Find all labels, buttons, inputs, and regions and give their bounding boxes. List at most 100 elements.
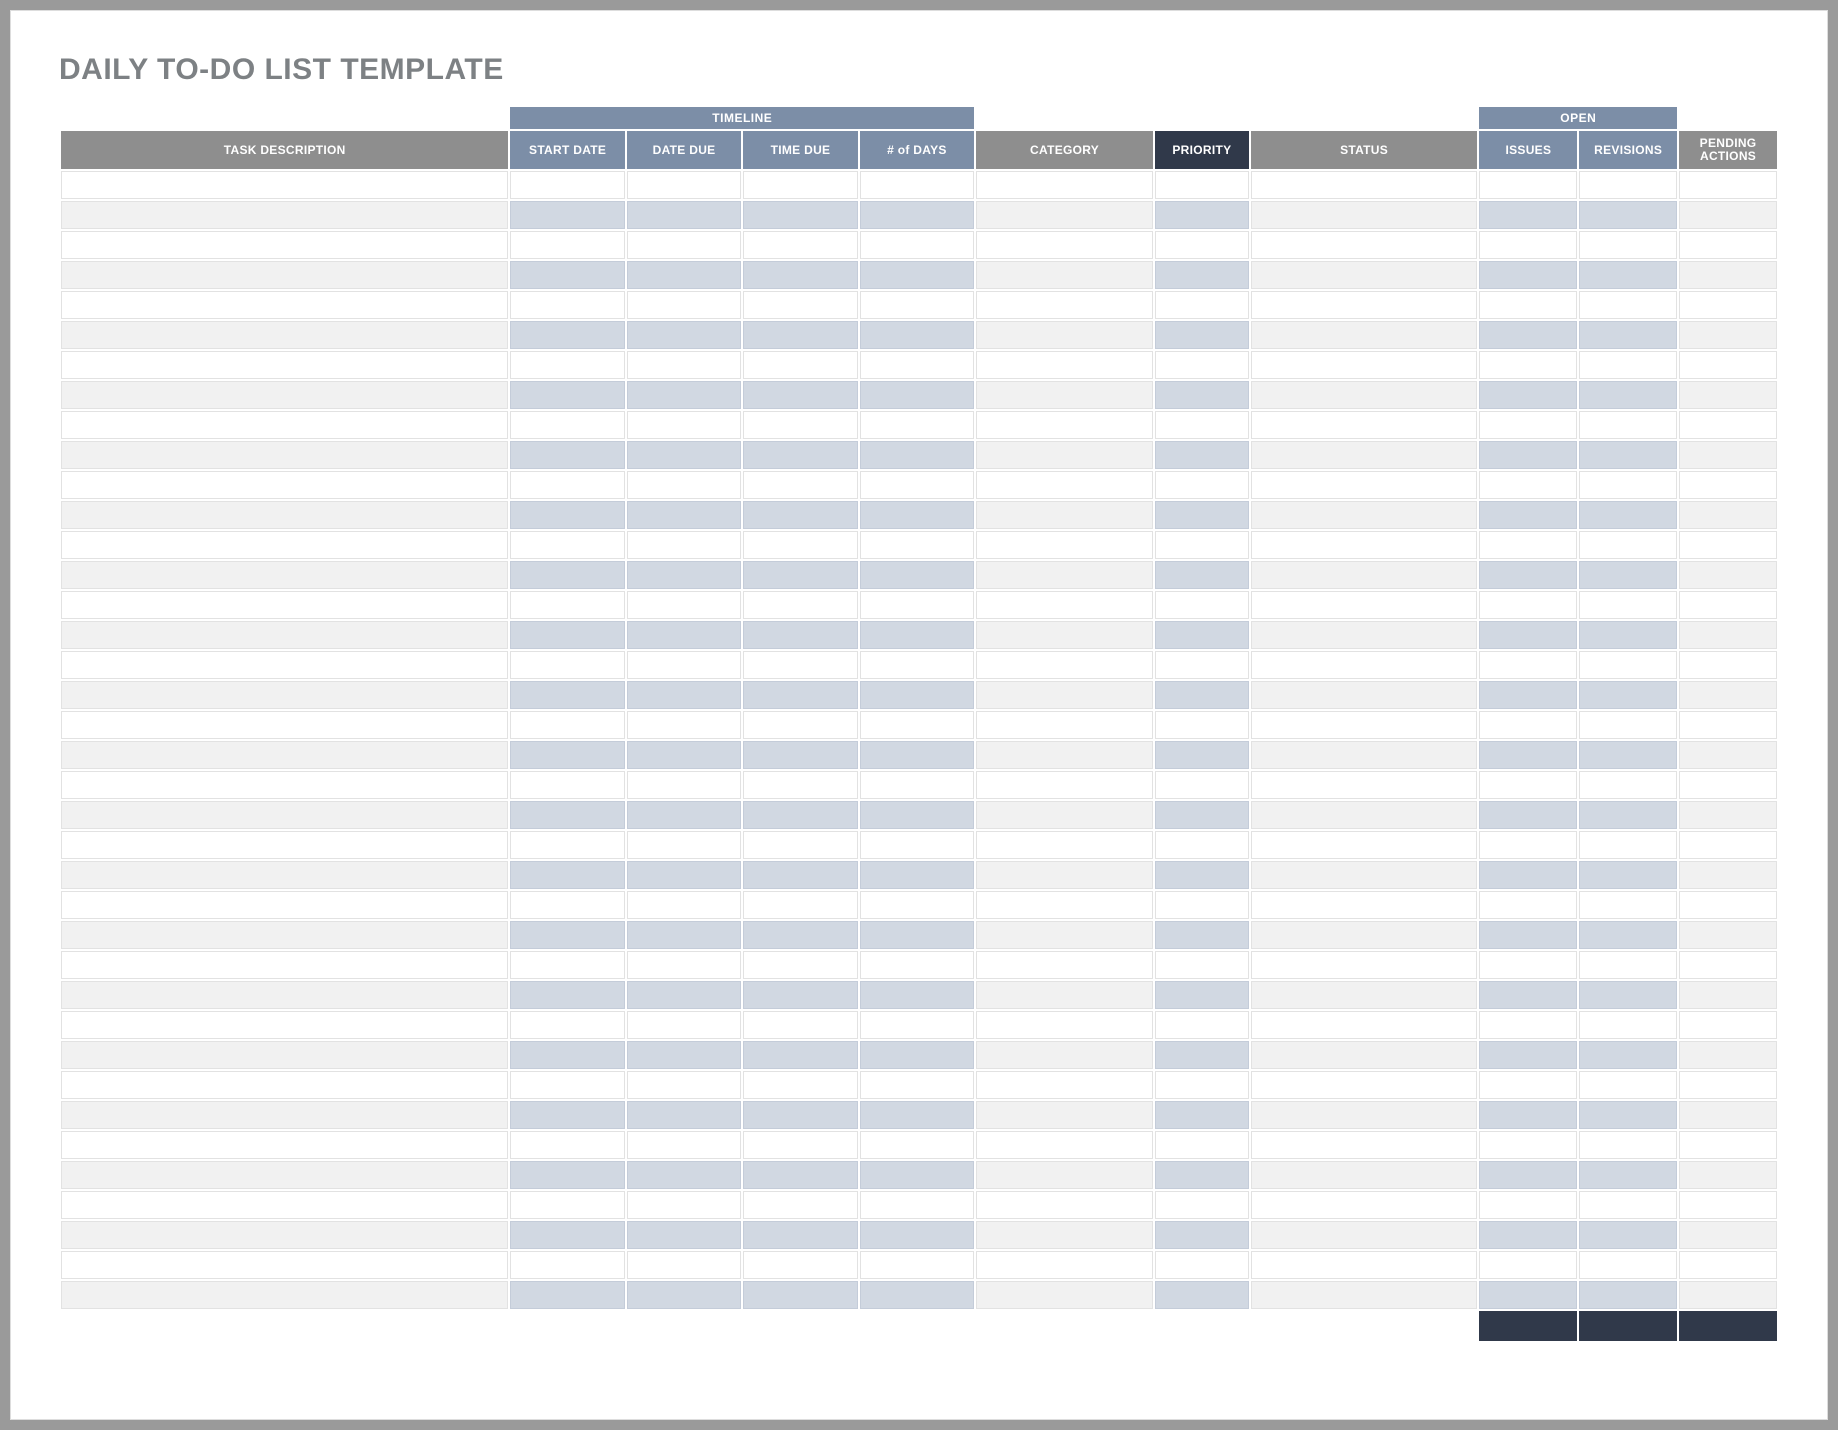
cell-issues[interactable] <box>1479 531 1577 559</box>
cell-start-date[interactable] <box>510 891 624 919</box>
cell-category[interactable] <box>976 921 1153 949</box>
cell-pending-actions[interactable] <box>1679 1041 1777 1069</box>
cell-start-date[interactable] <box>510 531 624 559</box>
cell-date-due[interactable] <box>627 651 741 679</box>
cell-priority[interactable] <box>1155 741 1249 769</box>
cell-time-due[interactable] <box>743 1281 857 1309</box>
cell-priority[interactable] <box>1155 411 1249 439</box>
cell-task-description[interactable] <box>61 801 508 829</box>
cell-issues[interactable] <box>1479 261 1577 289</box>
cell-pending-actions[interactable] <box>1679 381 1777 409</box>
cell-priority[interactable] <box>1155 621 1249 649</box>
cell-priority[interactable] <box>1155 171 1249 199</box>
cell-revisions[interactable] <box>1579 441 1677 469</box>
cell-priority[interactable] <box>1155 531 1249 559</box>
cell-issues[interactable] <box>1479 351 1577 379</box>
cell-revisions[interactable] <box>1579 981 1677 1009</box>
cell-num-days[interactable] <box>860 741 974 769</box>
cell-status[interactable] <box>1251 261 1478 289</box>
cell-pending-actions[interactable] <box>1679 321 1777 349</box>
cell-category[interactable] <box>976 1221 1153 1249</box>
cell-task-description[interactable] <box>61 1041 508 1069</box>
cell-category[interactable] <box>976 801 1153 829</box>
cell-issues[interactable] <box>1479 1041 1577 1069</box>
cell-status[interactable] <box>1251 1131 1478 1159</box>
cell-category[interactable] <box>976 531 1153 559</box>
cell-start-date[interactable] <box>510 1071 624 1099</box>
cell-pending-actions[interactable] <box>1679 231 1777 259</box>
cell-num-days[interactable] <box>860 651 974 679</box>
cell-num-days[interactable] <box>860 951 974 979</box>
cell-category[interactable] <box>976 441 1153 469</box>
cell-revisions[interactable] <box>1579 1011 1677 1039</box>
cell-time-due[interactable] <box>743 741 857 769</box>
cell-revisions[interactable] <box>1579 291 1677 319</box>
cell-time-due[interactable] <box>743 201 857 229</box>
cell-revisions[interactable] <box>1579 351 1677 379</box>
cell-pending-actions[interactable] <box>1679 711 1777 739</box>
cell-issues[interactable] <box>1479 651 1577 679</box>
cell-date-due[interactable] <box>627 1251 741 1279</box>
cell-issues[interactable] <box>1479 501 1577 529</box>
cell-priority[interactable] <box>1155 501 1249 529</box>
cell-start-date[interactable] <box>510 1041 624 1069</box>
cell-issues[interactable] <box>1479 921 1577 949</box>
cell-task-description[interactable] <box>61 231 508 259</box>
cell-status[interactable] <box>1251 291 1478 319</box>
cell-task-description[interactable] <box>61 651 508 679</box>
cell-task-description[interactable] <box>61 561 508 589</box>
cell-status[interactable] <box>1251 741 1478 769</box>
cell-category[interactable] <box>976 561 1153 589</box>
cell-status[interactable] <box>1251 921 1478 949</box>
cell-start-date[interactable] <box>510 1011 624 1039</box>
cell-category[interactable] <box>976 381 1153 409</box>
cell-num-days[interactable] <box>860 831 974 859</box>
cell-priority[interactable] <box>1155 681 1249 709</box>
cell-pending-actions[interactable] <box>1679 261 1777 289</box>
cell-revisions[interactable] <box>1579 171 1677 199</box>
cell-category[interactable] <box>976 291 1153 319</box>
cell-start-date[interactable] <box>510 1251 624 1279</box>
cell-revisions[interactable] <box>1579 1221 1677 1249</box>
cell-start-date[interactable] <box>510 471 624 499</box>
cell-category[interactable] <box>976 231 1153 259</box>
cell-priority[interactable] <box>1155 981 1249 1009</box>
cell-category[interactable] <box>976 471 1153 499</box>
cell-revisions[interactable] <box>1579 381 1677 409</box>
cell-start-date[interactable] <box>510 981 624 1009</box>
cell-priority[interactable] <box>1155 1041 1249 1069</box>
cell-category[interactable] <box>976 861 1153 889</box>
cell-num-days[interactable] <box>860 1221 974 1249</box>
cell-time-due[interactable] <box>743 1041 857 1069</box>
cell-num-days[interactable] <box>860 561 974 589</box>
cell-priority[interactable] <box>1155 261 1249 289</box>
cell-task-description[interactable] <box>61 771 508 799</box>
cell-start-date[interactable] <box>510 261 624 289</box>
cell-revisions[interactable] <box>1579 261 1677 289</box>
cell-date-due[interactable] <box>627 351 741 379</box>
cell-task-description[interactable] <box>61 531 508 559</box>
cell-priority[interactable] <box>1155 771 1249 799</box>
cell-date-due[interactable] <box>627 1191 741 1219</box>
cell-time-due[interactable] <box>743 531 857 559</box>
cell-issues[interactable] <box>1479 1011 1577 1039</box>
cell-start-date[interactable] <box>510 201 624 229</box>
cell-task-description[interactable] <box>61 471 508 499</box>
cell-status[interactable] <box>1251 201 1478 229</box>
cell-category[interactable] <box>976 1161 1153 1189</box>
cell-issues[interactable] <box>1479 681 1577 709</box>
cell-category[interactable] <box>976 711 1153 739</box>
cell-priority[interactable] <box>1155 1251 1249 1279</box>
cell-pending-actions[interactable] <box>1679 801 1777 829</box>
cell-status[interactable] <box>1251 1281 1478 1309</box>
cell-status[interactable] <box>1251 321 1478 349</box>
cell-time-due[interactable] <box>743 1071 857 1099</box>
cell-pending-actions[interactable] <box>1679 1131 1777 1159</box>
cell-num-days[interactable] <box>860 771 974 799</box>
cell-time-due[interactable] <box>743 681 857 709</box>
cell-time-due[interactable] <box>743 951 857 979</box>
cell-num-days[interactable] <box>860 711 974 739</box>
cell-time-due[interactable] <box>743 471 857 499</box>
cell-date-due[interactable] <box>627 981 741 1009</box>
cell-num-days[interactable] <box>860 501 974 529</box>
